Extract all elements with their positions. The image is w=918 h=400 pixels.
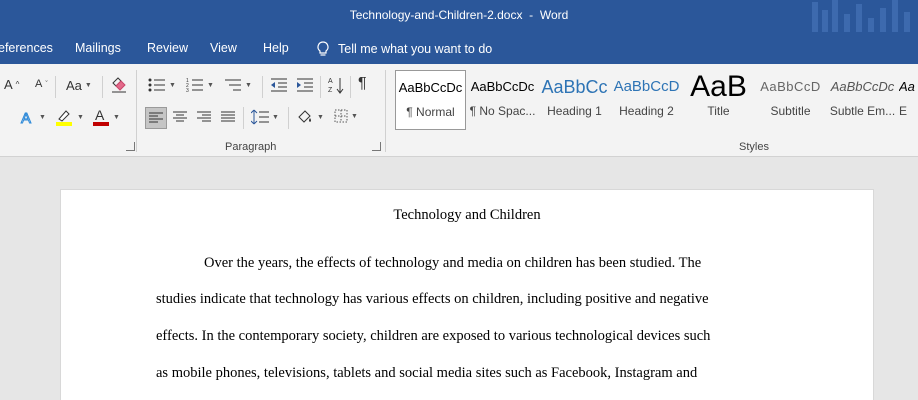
- change-case-button[interactable]: Aa ▼: [66, 78, 92, 93]
- paragraph-line: as mobile phones, televisions, tablets a…: [156, 365, 698, 381]
- style-name: Title: [707, 104, 730, 118]
- svg-text:A: A: [328, 78, 333, 85]
- bullets-icon: [148, 78, 165, 92]
- styles-gallery: AaBbCcDc ¶ Normal AaBbCcDc ¶ No Spac... …: [395, 70, 918, 130]
- increase-indent-button[interactable]: [296, 77, 314, 93]
- lightbulb-icon: [317, 41, 329, 56]
- pilcrow-icon: ¶: [358, 75, 367, 92]
- tell-me-search[interactable]: Tell me what you want to do: [316, 41, 492, 57]
- align-center-icon: [173, 111, 187, 122]
- decrease-indent-button[interactable]: [270, 77, 288, 93]
- document-page[interactable]: Technology and Children Over the years, …: [60, 189, 874, 400]
- show-formatting-marks-button[interactable]: ¶: [358, 75, 367, 93]
- numbering-button[interactable]: 1 2 3 ▼: [186, 77, 214, 93]
- line-spacing-button[interactable]: ▼: [251, 109, 279, 125]
- style-preview: Aa: [899, 79, 915, 94]
- highlight-color-button[interactable]: ▼: [54, 107, 84, 127]
- style-preview: AaBbCcDc: [398, 80, 463, 95]
- numbering-icon: 1 2 3: [186, 78, 203, 93]
- decrease-indent-icon: [271, 78, 287, 92]
- style-emphasis[interactable]: Aa E: [899, 70, 918, 130]
- change-case-icon: Aa: [66, 78, 82, 93]
- paragraph-group-label: Paragraph: [225, 141, 277, 153]
- shrink-font-button[interactable]: Aˇ: [35, 78, 48, 90]
- title-bar-pattern: [808, 0, 918, 32]
- style-normal[interactable]: AaBbCcDc ¶ Normal: [395, 70, 466, 130]
- svg-text:A: A: [95, 107, 105, 123]
- style-subtitle[interactable]: AaBbCcD Subtitle: [755, 70, 826, 130]
- justify-icon: [221, 111, 235, 122]
- tab-mailings[interactable]: Mailings: [75, 41, 121, 55]
- style-no-spacing[interactable]: AaBbCcDc ¶ No Spac...: [467, 70, 538, 130]
- text-effects-icon: A: [21, 110, 32, 127]
- align-left-button[interactable]: [145, 107, 167, 129]
- align-right-button[interactable]: [197, 111, 211, 123]
- style-preview: AaBbCcD: [613, 78, 680, 95]
- svg-text:A: A: [21, 110, 31, 126]
- style-name: Heading 1: [547, 104, 602, 118]
- align-right-icon: [197, 111, 211, 122]
- paragraph-line: Over the years, the effects of technolog…: [204, 255, 702, 271]
- tab-help[interactable]: Help: [263, 41, 289, 55]
- line-spacing-icon: [251, 109, 269, 125]
- grow-font-button[interactable]: A ^: [4, 77, 19, 92]
- multilevel-list-button[interactable]: ▼: [224, 77, 252, 93]
- tab-review[interactable]: Review: [147, 41, 188, 55]
- ribbon-tabs: eferences Mailings Review View Help Tell…: [0, 32, 918, 64]
- sort-icon: AZ: [328, 78, 344, 94]
- style-name: ¶ Normal: [406, 105, 455, 119]
- sort-button[interactable]: AZ: [328, 76, 344, 94]
- tab-references[interactable]: eferences: [0, 41, 53, 55]
- paragraph-dialog-launcher[interactable]: [372, 142, 381, 151]
- style-name: E: [899, 104, 908, 118]
- shrink-font-icon: A: [35, 78, 43, 90]
- style-heading-2[interactable]: AaBbCcD Heading 2: [611, 70, 682, 130]
- tab-view[interactable]: View: [210, 41, 237, 55]
- style-preview: AaBbCcD: [760, 79, 821, 94]
- svg-text:3: 3: [186, 88, 189, 93]
- eraser-icon: [112, 77, 126, 93]
- tell-me-text: Tell me what you want to do: [338, 42, 493, 56]
- paint-bucket-icon: [298, 110, 311, 123]
- align-center-button[interactable]: [173, 111, 187, 123]
- style-name: Subtle Em...: [829, 104, 896, 118]
- grow-font-icon: A: [4, 77, 13, 92]
- window-title: Technology-and-Children-2.docx - Word: [0, 8, 918, 22]
- clear-formatting-button[interactable]: [110, 76, 128, 94]
- paragraph-line: studies indicate that technology has var…: [156, 291, 709, 307]
- style-name: ¶ No Spac...: [469, 104, 536, 118]
- svg-text:Z: Z: [328, 87, 333, 94]
- style-heading-1[interactable]: AaBbCc Heading 1: [539, 70, 610, 130]
- style-title[interactable]: AaB Title: [683, 70, 754, 130]
- style-preview: AaBbCcDc: [470, 79, 535, 94]
- title-separator: -: [529, 8, 534, 22]
- style-name: Heading 2: [619, 104, 674, 118]
- shading-button[interactable]: ▼: [296, 108, 324, 126]
- borders-button[interactable]: ▼: [334, 109, 358, 123]
- increase-indent-icon: [297, 78, 313, 92]
- borders-icon: [334, 109, 348, 123]
- align-left-icon: [149, 112, 163, 123]
- style-preview: AaB: [690, 70, 747, 103]
- document-title: Technology and Children: [393, 207, 541, 223]
- ribbon: A ^ Aˇ Aa ▼ A ▼ ▼ A ▼ ▼ 1 2 3 ▼ ▼ A Z ¶ …: [0, 64, 918, 157]
- font-dialog-launcher[interactable]: [126, 142, 135, 151]
- bullets-button[interactable]: ▼: [148, 77, 176, 93]
- style-name: Subtitle: [770, 104, 811, 118]
- style-subtle-emphasis[interactable]: AaBbCcDc Subtle Em...: [827, 70, 898, 130]
- text-effects-button[interactable]: A ▼: [18, 108, 46, 127]
- highlighter-icon: [56, 110, 72, 126]
- style-preview: AaBbCcDc: [830, 79, 895, 94]
- font-color-button[interactable]: A ▼: [92, 107, 120, 127]
- multilevel-list-icon: [225, 79, 241, 91]
- title-bar: Technology-and-Children-2.docx - Word: [0, 0, 918, 32]
- justify-button[interactable]: [221, 111, 235, 123]
- styles-group-label: Styles: [739, 141, 769, 153]
- style-preview: AaBbCc: [541, 77, 608, 97]
- document-name: Technology-and-Children-2.docx: [349, 8, 523, 22]
- paragraph-line: effects. In the contemporary society, ch…: [156, 328, 711, 344]
- font-color-icon: A: [93, 107, 109, 126]
- app-name: Word: [539, 8, 569, 22]
